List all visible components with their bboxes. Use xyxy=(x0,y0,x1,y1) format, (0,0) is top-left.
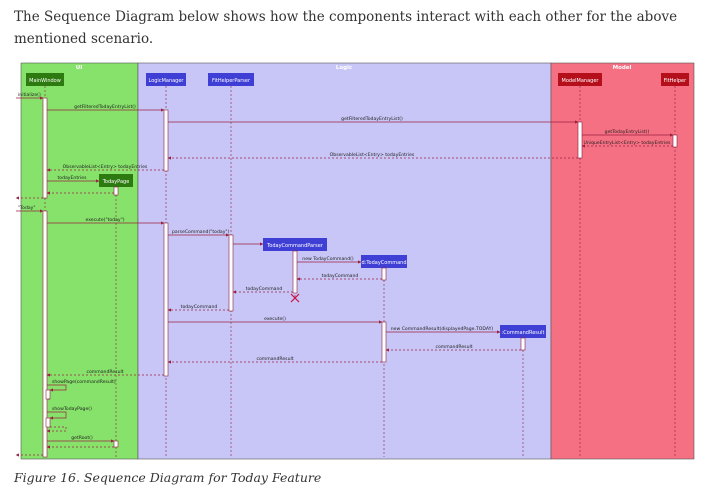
label-today-command-3: todayCommand xyxy=(181,304,218,310)
label-execute-today: execute("today") xyxy=(85,217,124,223)
activation-model-manager xyxy=(577,121,583,159)
today-command-label: d:TodayCommand xyxy=(361,260,406,266)
activation-main-window-1 xyxy=(42,97,48,199)
model-manager-label: ModelManager xyxy=(562,78,600,84)
label-today-input: "Today" xyxy=(18,205,36,211)
label-today-entries: todayEntries xyxy=(57,175,87,181)
activation-fithelper-parser xyxy=(228,234,234,312)
participant-logic-manager: LogicManager xyxy=(146,73,186,86)
model-frame: Model xyxy=(550,62,695,460)
participant-fithelper-parser: FitHelperParser xyxy=(208,73,254,86)
sequence-diagram: UI Logic Model MainWindow LogicManager F… xyxy=(15,62,695,460)
label-today-command-1: todayCommand xyxy=(322,273,359,279)
activation-logic-manager-1 xyxy=(163,109,169,172)
label-unique-entry-list: UniqueEntryList<Entry> todayEntries xyxy=(584,140,672,146)
activation-today-page-2 xyxy=(113,440,119,448)
label-observable-list-2: ObservableList<Entry> todayEntries xyxy=(63,164,148,170)
activation-main-window-4 xyxy=(45,417,51,428)
participant-today-command: d:TodayCommand xyxy=(361,255,407,268)
figure-caption: Figure 16. Sequence Diagram for Today Fe… xyxy=(14,470,322,485)
label-today-command-2: todayCommand xyxy=(246,286,283,292)
participant-fithelper: FitHelper xyxy=(661,73,689,86)
activation-command-result xyxy=(520,337,526,351)
participant-today-page: TodayPage xyxy=(99,174,133,187)
activation-today-command-parser xyxy=(292,250,298,294)
activation-main-window-3 xyxy=(45,389,51,400)
main-window-label: MainWindow xyxy=(29,78,61,84)
activation-today-command-1 xyxy=(381,267,387,281)
label-execute: execute() xyxy=(264,316,286,322)
activation-today-command-2 xyxy=(381,321,387,363)
fithelper-parser-label: FitHelperParser xyxy=(212,78,251,84)
model-frame-label: Model xyxy=(613,65,632,71)
today-page-label: TodayPage xyxy=(102,179,130,185)
label-parse-command: parseCommand("today") xyxy=(172,229,230,235)
command-result-label: :CommandResult xyxy=(502,330,545,336)
logic-manager-label: LogicManager xyxy=(149,78,185,84)
participant-main-window: MainWindow xyxy=(26,73,64,86)
label-command-result-3: commandResult xyxy=(86,369,123,375)
label-observable-list-1: ObservableList<Entry> todayEntries xyxy=(330,152,415,158)
label-get-today-entry-list: getTodayEntryList() xyxy=(605,129,650,135)
label-command-result-2: commandResult xyxy=(256,356,293,362)
ui-frame-bg xyxy=(20,62,139,460)
ui-frame-label: UI xyxy=(76,65,83,71)
participant-command-result: :CommandResult xyxy=(500,325,546,338)
participant-model-manager: ModelManager xyxy=(558,73,602,86)
today-command-parser-label: TodayCommandParser xyxy=(266,243,324,249)
label-get-root: getRoot() xyxy=(71,435,93,441)
activation-logic-manager-2 xyxy=(163,222,169,377)
label-show-today-page: showTodayPage() xyxy=(52,406,92,412)
activation-fithelper xyxy=(672,134,678,148)
participant-today-command-parser: TodayCommandParser xyxy=(263,238,327,251)
logic-frame-label: Logic xyxy=(336,65,352,71)
model-frame-bg xyxy=(550,62,695,460)
label-new-command-result: new CommandResult(displayedPage.TODAY) xyxy=(391,326,494,332)
fithelper-label: FitHelper xyxy=(664,78,687,84)
label-new-today-command: new TodayCommand() xyxy=(302,256,354,262)
label-show-page: showPage(commandResult) xyxy=(52,379,116,385)
activation-today-page-1 xyxy=(113,186,119,196)
label-get-filtered-today-2: getFilteredTodayEntryList() xyxy=(341,116,403,122)
label-initialize: initialize() xyxy=(18,92,41,98)
label-get-filtered-today-1: getFilteredTodayEntryList() xyxy=(74,104,136,110)
ui-frame: UI xyxy=(20,62,139,460)
label-command-result-1: commandResult xyxy=(435,344,472,350)
